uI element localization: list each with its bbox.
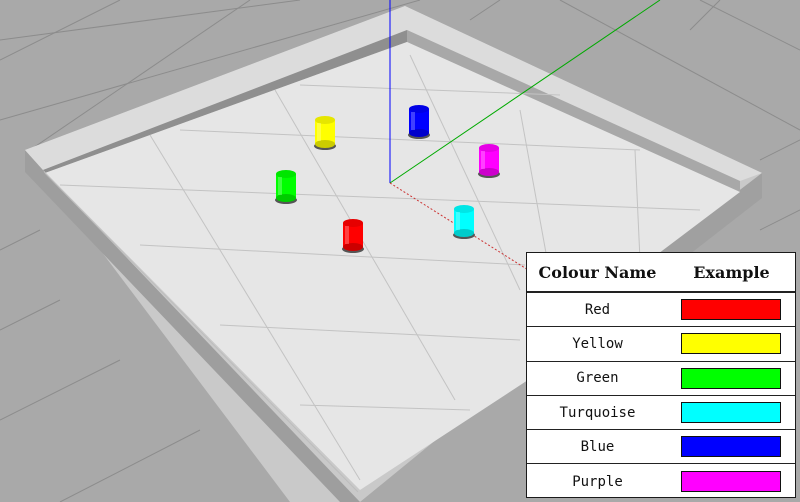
legend-row-red: Red: [527, 293, 795, 328]
legend-row-turquoise: Turquoise: [527, 396, 795, 431]
legend-header: Colour Name Example: [527, 253, 795, 293]
yellow-cylinder[interactable]: [314, 116, 336, 150]
colour-swatch-green: [681, 367, 782, 389]
legend-row-purple: Purple: [527, 464, 795, 498]
legend-example-cell: [668, 471, 795, 493]
colour-legend-table: Colour Name Example Red Yellow Green Turquo…: [526, 252, 796, 498]
colour-swatch-red: [681, 299, 782, 321]
legend-colour-name: Yellow: [572, 335, 623, 352]
header-example: Example: [693, 262, 770, 282]
legend-example-cell: [668, 367, 795, 389]
blue-cylinder[interactable]: [408, 105, 430, 139]
legend-row-green: Green: [527, 362, 795, 396]
legend-example-cell: [668, 436, 795, 458]
legend-row-yellow: Yellow: [527, 327, 795, 362]
header-colour-name: Colour Name: [538, 262, 657, 282]
colour-swatch-turquoise: [681, 402, 782, 424]
colour-swatch-yellow: [681, 333, 782, 355]
legend-colour-name: Green: [576, 370, 619, 387]
legend-example-cell: [668, 299, 795, 321]
legend-colour-name: Turquoise: [559, 404, 636, 421]
legend-row-blue: Blue: [527, 430, 795, 465]
green-cylinder[interactable]: [275, 170, 297, 204]
legend-example-cell: [668, 333, 795, 355]
legend-example-cell: [668, 402, 795, 424]
red-cylinder[interactable]: [342, 219, 364, 253]
colour-swatch-blue: [681, 436, 782, 458]
turquoise-cylinder[interactable]: [453, 205, 475, 239]
legend-colour-name: Blue: [580, 438, 615, 455]
legend-colour-name: Purple: [572, 473, 623, 490]
purple-cylinder[interactable]: [478, 144, 500, 178]
colour-swatch-purple: [681, 471, 782, 493]
legend-colour-name: Red: [584, 301, 611, 318]
